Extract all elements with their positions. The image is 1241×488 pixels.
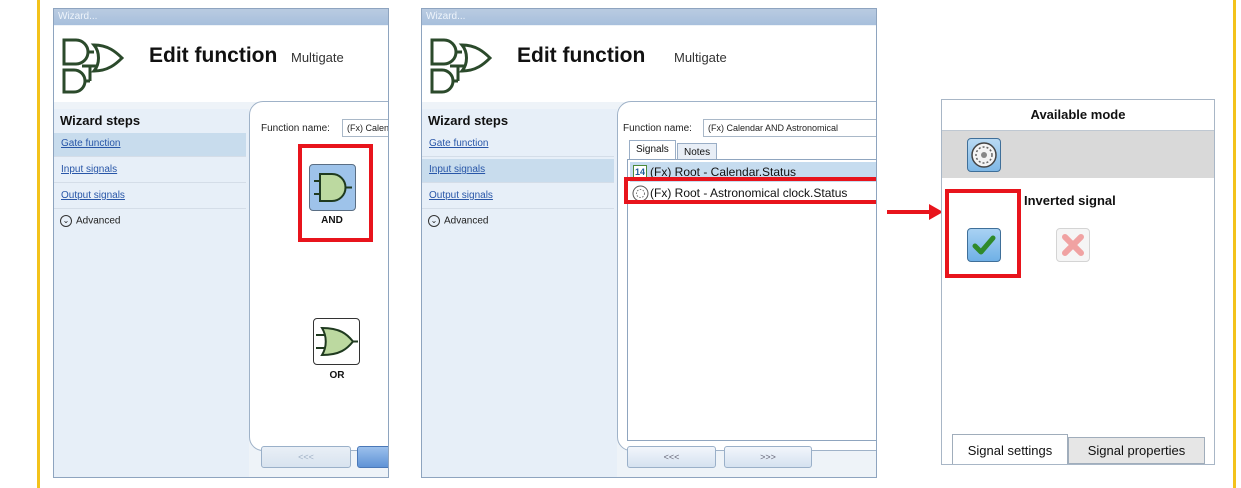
wizard-steps-panel: Wizard steps Gate function Input signals… [422, 109, 617, 477]
signal-settings-panel: Available mode Inverted signal Signal se… [941, 99, 1215, 465]
window-title: Wizard... [422, 9, 876, 25]
astronomical-clock-icon [971, 142, 997, 168]
function-name-label: Function name: [623, 123, 692, 134]
next-button[interactable] [357, 446, 388, 468]
left-accent-line [37, 0, 40, 488]
signals-content-panel: Function name: (Fx) Calendar AND Astrono… [617, 101, 876, 451]
panel-tabs: Signal settings Signal properties [942, 432, 1214, 464]
inverted-no-button[interactable] [1056, 228, 1090, 262]
window-header: Edit function Multigate [54, 26, 388, 102]
function-name-input[interactable]: (Fx) Calendar AND Astronomical [342, 119, 388, 137]
astronomical-mode-button[interactable] [967, 138, 1001, 172]
advanced-toggle[interactable]: ⌄ Advanced [428, 215, 488, 227]
multigate-logo-icon [430, 38, 493, 94]
advanced-label: Advanced [444, 215, 489, 227]
step-input-signals[interactable]: Input signals [54, 159, 246, 183]
or-gate-button[interactable] [313, 318, 360, 365]
window-title: Wizard... [54, 9, 388, 25]
tab-signals[interactable]: Signals [629, 140, 676, 160]
close-icon [1062, 234, 1084, 256]
advanced-toggle[interactable]: ⌄ Advanced [60, 215, 120, 227]
chevron-down-icon: ⌄ [428, 215, 440, 227]
or-gate-label: OR [329, 370, 345, 381]
function-name-label: Function name: [261, 123, 330, 134]
page-title: Edit function [517, 44, 646, 67]
step-gate-function[interactable]: Gate function [54, 133, 246, 157]
wizard-window-input-signals: Wizard... Edit function Multigate Wizard… [421, 8, 877, 478]
page-title: Edit function [149, 44, 278, 67]
gate-content-panel: Function name: (Fx) Calendar AND Astrono… [249, 101, 388, 451]
tab-notes[interactable]: Notes [677, 143, 718, 160]
wizard-steps-panel: Wizard steps Gate function Input signals… [54, 109, 249, 477]
available-mode-header: Available mode [942, 100, 1214, 131]
right-accent-line [1233, 0, 1236, 488]
step-output-signals[interactable]: Output signals [422, 185, 614, 209]
connector-arrow-icon [887, 204, 943, 220]
tab-signal-properties[interactable]: Signal properties [1068, 437, 1205, 464]
tab-signal-settings[interactable]: Signal settings [952, 434, 1068, 464]
multigate-logo-icon [62, 38, 125, 94]
highlight-astronomical-signal [624, 177, 876, 204]
function-name-input[interactable]: (Fx) Calendar AND Astronomical [703, 119, 876, 137]
previous-button[interactable]: <<< [261, 446, 351, 468]
or-gate-icon [316, 326, 358, 357]
highlight-and-gate [298, 144, 373, 242]
step-output-signals[interactable]: Output signals [54, 185, 246, 209]
page-subtitle: Multigate [291, 50, 344, 65]
available-mode-band [942, 131, 1214, 178]
step-gate-function[interactable]: Gate function [422, 133, 614, 157]
inverted-signal-label: Inverted signal [1024, 193, 1116, 208]
wizard-steps-title: Wizard steps [60, 113, 141, 128]
window-header: Edit function Multigate [422, 26, 876, 102]
advanced-label: Advanced [76, 215, 121, 227]
previous-button[interactable]: <<< [627, 446, 716, 468]
highlight-inverted-check [945, 189, 1021, 278]
page-subtitle: Multigate [674, 50, 727, 65]
next-button[interactable]: >>> [724, 446, 812, 468]
wizard-steps-title: Wizard steps [428, 113, 509, 128]
wizard-window-gate-function: Wizard... Edit function Multigate Wizard… [53, 8, 389, 478]
chevron-down-icon: ⌄ [60, 215, 72, 227]
step-input-signals[interactable]: Input signals [422, 159, 614, 183]
